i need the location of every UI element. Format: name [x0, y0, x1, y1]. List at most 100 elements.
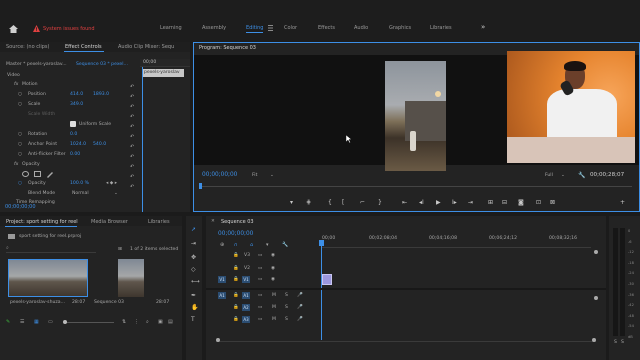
solo-button[interactable]: S [285, 293, 288, 298]
ripple-edit-tool-icon[interactable]: ✥ [191, 254, 196, 261]
stopwatch-icon[interactable]: ○ [18, 92, 22, 97]
workspace-libraries[interactable]: Libraries [430, 25, 452, 31]
scroll-handle[interactable] [594, 250, 598, 254]
icon-view-icon[interactable]: ▦ [34, 319, 39, 325]
lock-icon[interactable]: 🔒 [233, 293, 239, 298]
rotation-value[interactable]: 0.0 [70, 132, 77, 137]
sync-lock-icon[interactable]: ▭ [258, 253, 262, 258]
opacity-value[interactable]: 100.0 % [70, 181, 89, 186]
reset-icon[interactable]: ↶ [130, 142, 138, 152]
stopwatch-icon[interactable]: ○ [18, 132, 22, 137]
play-icon[interactable]: ▶ [436, 199, 441, 206]
solo-button[interactable]: S [285, 317, 288, 322]
tab-libraries[interactable]: Libraries [148, 219, 170, 225]
new-item-icon[interactable]: ▤ [168, 319, 173, 325]
workspace-graphics[interactable]: Graphics [389, 25, 411, 31]
fx-icon[interactable]: fx [14, 82, 18, 87]
timeline-timecode[interactable]: 00;00;00;00 [218, 231, 253, 237]
keyframe-nav-icon[interactable]: ◂ ◆ ▸ [106, 181, 117, 186]
reset-icon[interactable]: ↶ [130, 112, 138, 122]
clip-chip[interactable]: pexels-yaroslav [142, 69, 184, 77]
tab-effect-controls[interactable]: Effect Controls [65, 44, 102, 50]
sync-lock-icon[interactable]: ▭ [258, 317, 262, 322]
rectangle-mask-icon[interactable] [34, 171, 41, 177]
sync-lock-icon[interactable]: ▭ [258, 277, 262, 282]
reset-icon[interactable]: ↶ [130, 122, 138, 132]
project-item-clip[interactable]: pexels-yaroslav-shuza... 28:07 [8, 259, 88, 311]
slip-tool-icon[interactable]: ⟷ [191, 278, 200, 285]
tab-audio-clip-mixer[interactable]: Audio Clip Mixer: Sequ [118, 44, 174, 50]
snap-icon[interactable]: ∩ [234, 242, 238, 248]
comparison-view-icon[interactable]: ⊡ [536, 199, 541, 206]
lock-icon[interactable]: 🔒 [233, 305, 239, 310]
timeline-tab[interactable]: Sequence 03 [221, 219, 254, 225]
workspace-effects[interactable]: Effects [318, 25, 335, 31]
workspace-editing[interactable]: Editing [246, 25, 264, 33]
uniform-scale-checkbox[interactable] [70, 121, 76, 127]
position-y-value[interactable]: 1893.0 [93, 92, 109, 97]
sync-lock-icon[interactable]: ▭ [258, 305, 262, 310]
scale-value[interactable]: 349.0 [70, 102, 83, 107]
camera-icon[interactable]: ◙ [518, 199, 524, 206]
workspace-learning[interactable]: Learning [160, 25, 182, 31]
motion-label[interactable]: Motion [22, 82, 38, 87]
microphone-icon[interactable]: 🎤 [297, 293, 303, 298]
pen-tool-icon[interactable]: ✒ [191, 292, 196, 299]
add-button-icon[interactable]: + [620, 199, 625, 206]
lock-icon[interactable]: 🔒 [233, 266, 239, 271]
playhead-marker[interactable] [199, 183, 202, 189]
eye-icon[interactable]: ◉ [271, 277, 275, 282]
zoom-slider-handle[interactable] [63, 320, 67, 324]
reset-icon[interactable]: ↶ [130, 82, 138, 92]
quality-select[interactable]: Full [545, 173, 553, 178]
step-back-icon[interactable]: ◂I [419, 199, 424, 206]
pen-mask-icon[interactable] [46, 170, 54, 178]
ellipse-mask-icon[interactable] [22, 171, 29, 177]
mark-in-icon[interactable]: ⋕ [306, 199, 311, 206]
reset-icon[interactable]: ↶ [130, 182, 138, 192]
mute-button[interactable]: M [272, 305, 276, 310]
mark-out-icon[interactable]: { [328, 199, 332, 206]
microphone-icon[interactable]: 🎤 [297, 317, 303, 322]
opacity-section-label[interactable]: Opacity [22, 162, 40, 167]
timeline-settings-icon[interactable]: 🔧 [282, 242, 288, 248]
clear-in-icon[interactable]: [ [342, 199, 344, 206]
workspace-assembly[interactable]: Assembly [202, 25, 226, 31]
type-tool-icon[interactable]: T [191, 316, 195, 323]
source-patch-a1[interactable]: A1 [218, 292, 226, 299]
reset-icon[interactable]: ↶ [130, 92, 138, 102]
new-bin-icon[interactable]: ⊞ [118, 247, 122, 252]
lock-icon[interactable]: 🔒 [233, 277, 239, 282]
tab-project[interactable]: Project: sport setting for reel [6, 219, 78, 225]
sync-lock-icon[interactable]: ▭ [258, 293, 262, 298]
freeform-view-icon[interactable]: ▭ [48, 319, 53, 325]
fx-icon[interactable]: fx [14, 162, 18, 167]
search-input[interactable]: ⌕ [6, 245, 96, 253]
tab-media-browser[interactable]: Media Browser [91, 219, 128, 225]
track-select-tool-icon[interactable]: ⇥ [191, 240, 196, 247]
lock-icon[interactable]: 🔒 [233, 317, 239, 322]
system-issues-alert[interactable]: System issues found [43, 26, 95, 32]
zoom-handle-left[interactable] [216, 338, 220, 342]
tab-source[interactable]: Source: (no clips) [6, 44, 49, 50]
stopwatch-icon[interactable]: ○ [18, 102, 22, 107]
chevron-down-icon[interactable]: ⌄ [270, 173, 274, 178]
add-marker-icon[interactable]: ▾ [290, 199, 293, 206]
close-icon[interactable]: ✕ [211, 219, 215, 224]
timeline-zoom-scroll[interactable] [216, 338, 596, 342]
warning-icon[interactable] [33, 25, 40, 32]
master-clip-label[interactable]: Master * pexels-yaroslav... [6, 62, 67, 67]
add-marker-icon[interactable]: ▾ [266, 242, 269, 248]
timeline-ruler[interactable]: 00;00 00;02;08;04 00;04;16;08 00;06;24;1… [321, 234, 591, 248]
track-label-v1[interactable]: V1 [242, 276, 250, 283]
workspace-color[interactable]: Color [284, 25, 297, 31]
track-label-a2[interactable]: A2 [242, 304, 250, 311]
mute-button[interactable]: M [272, 317, 276, 322]
list-view-icon[interactable]: ☰ [20, 319, 24, 325]
insert-nest-icon[interactable]: ⊕ [220, 242, 224, 248]
track-label-v3[interactable]: V3 [244, 253, 250, 258]
pencil-icon[interactable]: ✎ [6, 319, 10, 325]
timeline-playhead-handle[interactable] [319, 240, 324, 246]
effect-controls-timecode[interactable]: 00;00;00;00 [5, 204, 36, 210]
settings-icon[interactable]: ⊠ [550, 199, 555, 206]
